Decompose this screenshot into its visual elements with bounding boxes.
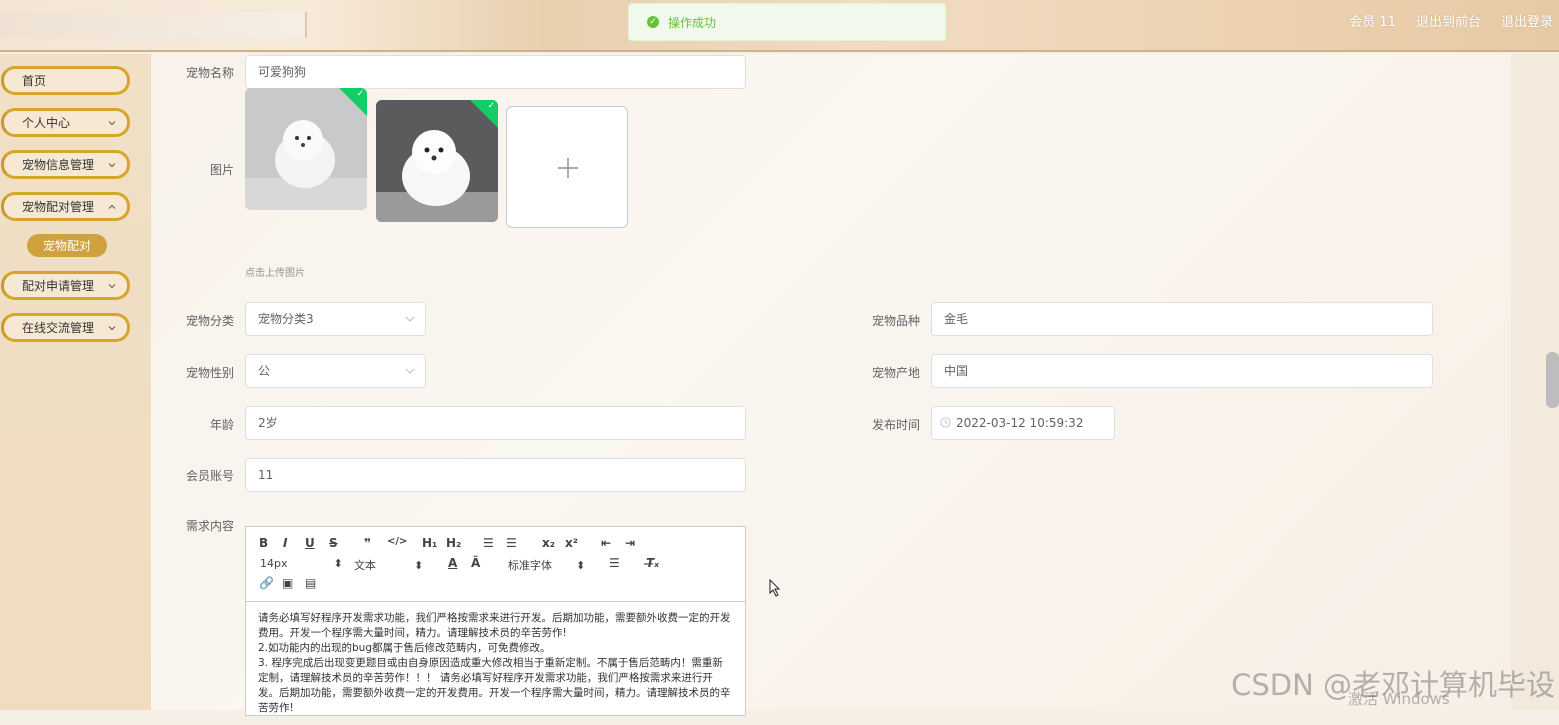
breed-input[interactable]: 金毛 bbox=[931, 302, 1433, 336]
sidebar: 首页 个人中心 宠物信息管理 宠物配对管理 宠物配对 配对申请管理 在线交流管理 bbox=[0, 54, 151, 710]
age-label: 年龄 bbox=[209, 418, 234, 432]
gender-value: 公 bbox=[258, 364, 271, 378]
pet-name-label: 宠物名称 bbox=[185, 66, 234, 80]
font-family-select[interactable]: 标准字体 ⬍ bbox=[508, 557, 585, 573]
logout-link[interactable]: 退出登录 bbox=[1501, 11, 1553, 30]
rich-text-editor[interactable]: B I U S ❞ </> H₁ H₂ ☰ ☰ x₂ x² ⇤ ⇥ 14px ⬍ … bbox=[245, 526, 746, 716]
publish-time-picker[interactable]: 2022-03-12 10:59:32 bbox=[931, 406, 1115, 440]
image-icon[interactable]: ▣ bbox=[282, 576, 293, 590]
editor-paragraph: 请务必填写好程序开发需求功能，我们严格按需求来进行开发。后期加功能，需要额外收费… bbox=[258, 612, 731, 639]
chevron-down-icon bbox=[405, 316, 415, 322]
breed-label: 宠物品种 bbox=[871, 314, 920, 328]
editor-paragraph: 2.如功能内的出现的bug都属于售后修改范畴内，可免费修改。 bbox=[258, 642, 551, 654]
chevron-down-icon bbox=[108, 163, 116, 168]
code-icon[interactable]: </> bbox=[387, 536, 407, 547]
age-input[interactable]: 2岁 bbox=[245, 406, 746, 440]
superscript-icon[interactable]: x² bbox=[565, 536, 578, 550]
heading2-icon[interactable]: H₂ bbox=[446, 536, 461, 550]
upload-image-button[interactable] bbox=[506, 106, 628, 228]
check-circle-icon: ✓ bbox=[647, 16, 659, 28]
origin-input[interactable]: 中国 bbox=[931, 354, 1433, 388]
bullet-list-icon[interactable]: ☰ bbox=[506, 536, 517, 550]
header-links: 会员 11 退出到前台 退出登录 bbox=[1349, 11, 1553, 30]
chevron-down-icon bbox=[108, 284, 116, 289]
block-type-value: 文本 bbox=[354, 559, 376, 572]
clear-format-icon[interactable]: T̶ₓ bbox=[646, 556, 659, 570]
block-type-select[interactable]: 文本 ⬍ bbox=[354, 557, 423, 573]
indent-icon[interactable]: ⇥ bbox=[625, 536, 635, 550]
sidebar-item-home[interactable]: 首页 bbox=[1, 66, 130, 95]
bold-icon[interactable]: B bbox=[259, 536, 268, 550]
plus-icon bbox=[558, 158, 578, 178]
category-value: 宠物分类3 bbox=[258, 312, 314, 326]
chevron-down-icon bbox=[108, 121, 116, 126]
category-label: 宠物分类 bbox=[185, 314, 234, 328]
chevron-down-icon bbox=[405, 368, 415, 374]
blockquote-icon[interactable]: ❞ bbox=[364, 536, 371, 550]
font-size-value: 14px bbox=[260, 557, 288, 570]
clock-icon bbox=[940, 417, 951, 428]
sidebar-item-personal-center[interactable]: 个人中心 bbox=[1, 108, 130, 137]
chevron-down-icon bbox=[108, 326, 116, 331]
member-account-label: 会员账号 bbox=[185, 469, 234, 483]
strikethrough-icon[interactable]: S bbox=[329, 536, 338, 550]
select-arrow-icon: ⬍ bbox=[333, 557, 343, 570]
logo-area bbox=[0, 12, 307, 38]
sidebar-item-pet-matching[interactable]: 宠物配对管理 bbox=[1, 192, 130, 221]
activate-windows-text: 激活 Windows bbox=[1348, 690, 1450, 708]
publish-time-label: 发布时间 bbox=[871, 418, 920, 432]
subscript-icon[interactable]: x₂ bbox=[542, 536, 555, 550]
sidebar-item-online-chat[interactable]: 在线交流管理 bbox=[1, 313, 130, 342]
dog-photo-icon bbox=[245, 88, 367, 210]
pet-name-input[interactable]: 可爱狗狗 bbox=[245, 55, 746, 89]
background-color-icon[interactable]: Ã bbox=[471, 556, 480, 570]
success-toast: ✓ 操作成功 bbox=[628, 3, 946, 41]
sidebar-item-label: 在线交流管理 bbox=[22, 321, 95, 335]
sidebar-item-match-applications[interactable]: 配对申请管理 bbox=[1, 271, 130, 300]
font-size-select[interactable]: 14px ⬍ bbox=[260, 557, 343, 570]
scrollbar-thumb[interactable] bbox=[1546, 352, 1559, 408]
ordered-list-icon[interactable]: ☰ bbox=[483, 536, 494, 550]
sidebar-item-label: 宠物配对管理 bbox=[22, 200, 95, 214]
select-arrow-icon: ⬍ bbox=[414, 559, 424, 572]
pet-image-thumbnail[interactable]: ✓ bbox=[376, 100, 498, 222]
gender-label: 宠物性别 bbox=[185, 366, 234, 380]
chevron-up-icon bbox=[108, 204, 116, 209]
publish-time-value: 2022-03-12 10:59:32 bbox=[956, 416, 1084, 430]
font-family-value: 标准字体 bbox=[508, 559, 552, 572]
font-color-icon[interactable]: A bbox=[448, 556, 457, 570]
underline-icon[interactable]: U bbox=[305, 536, 315, 550]
member-label: 会员 11 bbox=[1349, 15, 1396, 30]
dog-photo-icon bbox=[376, 100, 498, 222]
image-label: 图片 bbox=[209, 163, 234, 177]
gender-select[interactable]: 公 bbox=[245, 354, 426, 388]
sidebar-item-label: 首页 bbox=[22, 74, 47, 88]
editor-toolbar: B I U S ❞ </> H₁ H₂ ☰ ☰ x₂ x² ⇤ ⇥ 14px ⬍ … bbox=[246, 527, 745, 602]
origin-label: 宠物产地 bbox=[871, 366, 920, 380]
select-arrow-icon: ⬍ bbox=[576, 559, 586, 572]
italic-icon[interactable]: I bbox=[283, 536, 287, 550]
exit-to-front-link[interactable]: 退出到前台 bbox=[1416, 11, 1481, 30]
toast-message: 操作成功 bbox=[668, 15, 717, 30]
editor-content[interactable]: 请务必填写好程序开发需求功能，我们严格按需求来进行开发。后期加功能，需要额外收费… bbox=[246, 602, 745, 725]
member-account-input[interactable]: 11 bbox=[245, 458, 746, 492]
sidebar-item-label: 宠物信息管理 bbox=[22, 158, 95, 172]
mouse-cursor-icon bbox=[769, 579, 781, 597]
pet-image-thumbnail[interactable]: ✓ bbox=[245, 88, 367, 210]
upload-hint: 点击上传图片 bbox=[245, 268, 305, 279]
link-icon[interactable]: 🔗 bbox=[259, 576, 274, 590]
category-select[interactable]: 宠物分类3 bbox=[245, 302, 426, 336]
outdent-icon[interactable]: ⇤ bbox=[601, 536, 611, 550]
align-icon[interactable]: ☰ bbox=[609, 556, 620, 570]
sidebar-item-label: 配对申请管理 bbox=[22, 279, 95, 293]
sidebar-item-label: 个人中心 bbox=[22, 116, 71, 130]
sidebar-item-pet-info[interactable]: 宠物信息管理 bbox=[1, 150, 130, 179]
sidebar-subitem-pet-match[interactable]: 宠物配对 bbox=[27, 234, 107, 257]
video-icon[interactable]: ▤ bbox=[305, 576, 316, 590]
editor-paragraph: 3. 程序完成后出现变更题目或由自身原因造成重大修改相当于重新定制。不属于售后范… bbox=[258, 657, 731, 714]
requirement-label: 需求内容 bbox=[185, 519, 234, 533]
heading1-icon[interactable]: H₁ bbox=[422, 536, 437, 550]
